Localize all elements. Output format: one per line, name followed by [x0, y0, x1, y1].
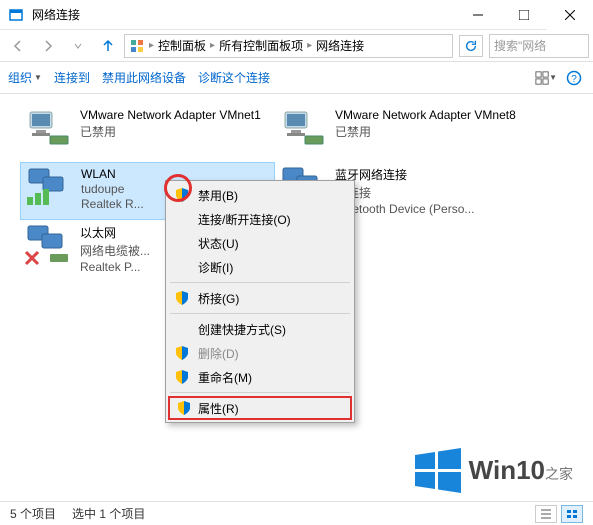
refresh-button[interactable]	[459, 35, 483, 57]
minimize-button[interactable]	[455, 0, 501, 30]
close-button[interactable]	[547, 0, 593, 30]
forward-button[interactable]	[34, 34, 62, 58]
menu-separator	[170, 282, 350, 283]
wlan-icon	[25, 167, 73, 209]
breadcrumb-item[interactable]: 所有控制面板项	[219, 37, 303, 54]
help-button[interactable]: ?	[563, 67, 585, 89]
icons-view-button[interactable]	[561, 505, 583, 523]
svg-text:?: ?	[571, 74, 577, 85]
watermark: Win10之家	[413, 445, 573, 495]
connection-status: 已禁用	[335, 123, 516, 140]
shield-icon	[174, 290, 190, 306]
cm-connect[interactable]: 连接/断开连接(O)	[168, 207, 352, 231]
connection-item[interactable]: VMware Network Adapter VMnet1 已禁用	[20, 104, 275, 162]
shield-icon	[176, 400, 192, 416]
chevron-right-icon[interactable]: ▸	[210, 40, 215, 51]
menu-separator	[170, 392, 350, 393]
connection-item[interactable]: VMware Network Adapter VMnet8 已禁用	[275, 104, 530, 162]
windows-logo-icon	[413, 445, 463, 495]
navbar: ▸ 控制面板 ▸ 所有控制面板项 ▸ 网络连接 搜索"网络	[0, 30, 593, 62]
search-input[interactable]: 搜索"网络	[489, 34, 589, 58]
window-icon	[8, 7, 24, 23]
selected-count: 选中 1 个项目	[72, 505, 145, 522]
connection-name: 以太网	[80, 224, 150, 241]
watermark-sub: 之家	[545, 466, 573, 482]
connection-device: Bluetooth Device (Perso...	[335, 202, 474, 216]
window-controls	[455, 0, 593, 30]
back-button[interactable]	[4, 34, 32, 58]
connection-status: 网络电缆被...	[80, 242, 150, 259]
up-button[interactable]	[94, 34, 122, 58]
shield-icon	[174, 345, 190, 361]
breadcrumb-item[interactable]: 控制面板	[158, 37, 206, 54]
item-count: 5 个项目	[10, 505, 56, 522]
connect-to-button[interactable]: 连接到	[54, 69, 90, 86]
cm-shortcut[interactable]: 创建快捷方式(S)	[168, 317, 352, 341]
cm-delete[interactable]: 删除(D)	[168, 341, 352, 365]
connection-device: Realtek R...	[81, 197, 144, 211]
cm-disable[interactable]: 禁用(B)	[168, 183, 352, 207]
maximize-button[interactable]	[501, 0, 547, 30]
shield-icon	[174, 369, 190, 385]
connection-status: 已禁用	[80, 123, 261, 140]
diagnose-button[interactable]: 诊断这个连接	[198, 69, 270, 86]
toolbar: 组织 ▼ 连接到 禁用此网络设备 诊断这个连接 ▼ ?	[0, 62, 593, 94]
connection-status: tudoupe	[81, 182, 144, 196]
cm-status[interactable]: 状态(U)	[168, 231, 352, 255]
details-view-button[interactable]	[535, 505, 557, 523]
chevron-right-icon[interactable]: ▸	[149, 40, 154, 51]
ethernet-icon	[24, 224, 72, 266]
recent-dropdown[interactable]	[64, 34, 92, 58]
breadcrumb-icon	[129, 38, 145, 54]
connection-device: Realtek P...	[80, 260, 150, 274]
cm-rename[interactable]: 重命名(M)	[168, 365, 352, 389]
connection-name: VMware Network Adapter VMnet8	[335, 108, 516, 122]
watermark-main: Win10	[469, 455, 545, 485]
chevron-right-icon[interactable]: ▸	[307, 40, 312, 51]
cm-properties[interactable]: 属性(R)	[168, 396, 352, 420]
context-menu: 禁用(B) 连接/断开连接(O) 状态(U) 诊断(I) 桥接(G) 创建快捷方…	[165, 180, 355, 423]
connection-name: VMware Network Adapter VMnet1	[80, 108, 261, 122]
cm-bridge[interactable]: 桥接(G)	[168, 286, 352, 310]
menu-separator	[170, 313, 350, 314]
connection-name: WLAN	[81, 167, 144, 181]
breadcrumb-item[interactable]: 网络连接	[316, 37, 364, 54]
titlebar: 网络连接	[0, 0, 593, 30]
connection-status: 未连接	[335, 184, 474, 201]
network-adapter-icon	[24, 108, 72, 150]
network-adapter-icon	[279, 108, 327, 150]
breadcrumb[interactable]: ▸ 控制面板 ▸ 所有控制面板项 ▸ 网络连接	[124, 34, 453, 58]
annotation-circle	[164, 174, 192, 202]
connection-name: 蓝牙网络连接	[335, 166, 474, 183]
cm-diagnose[interactable]: 诊断(I)	[168, 255, 352, 279]
window-title: 网络连接	[32, 6, 455, 23]
organize-menu[interactable]: 组织 ▼	[8, 69, 42, 86]
statusbar: 5 个项目 选中 1 个项目	[0, 501, 593, 525]
disable-device-button[interactable]: 禁用此网络设备	[102, 69, 186, 86]
view-options-button[interactable]: ▼	[535, 67, 557, 89]
